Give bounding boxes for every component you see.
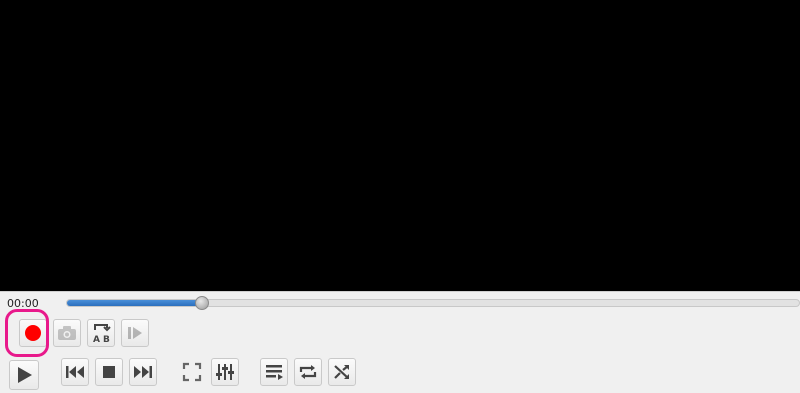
ab-loop-button[interactable]: A B [87, 319, 115, 347]
snapshot-button[interactable] [53, 319, 81, 347]
ab-loop-icon: A B [93, 324, 111, 344]
shuffle-icon [334, 365, 349, 379]
play-button[interactable] [9, 360, 39, 390]
fullscreen-icon [182, 362, 202, 382]
shuffle-button[interactable] [328, 358, 356, 386]
playlist-icon [266, 365, 283, 380]
next-button[interactable] [129, 358, 157, 386]
camera-icon [58, 326, 76, 340]
frame-step-button[interactable] [121, 319, 149, 347]
video-area[interactable] [0, 0, 800, 291]
previous-button[interactable] [61, 358, 89, 386]
equalizer-sliders-icon [216, 364, 234, 380]
play-icon [18, 367, 32, 383]
extended-settings-button[interactable] [211, 358, 239, 386]
loop-button[interactable] [294, 358, 322, 386]
fullscreen-button[interactable] [178, 358, 206, 386]
repeat-icon [299, 365, 317, 379]
stop-button[interactable] [95, 358, 123, 386]
skip-next-icon [134, 366, 152, 378]
seek-slider[interactable] [66, 296, 800, 310]
stop-icon [103, 366, 115, 378]
seek-progress-fill [67, 300, 203, 306]
record-highlight-annotation [5, 309, 49, 357]
svg-text:B: B [103, 335, 110, 344]
seek-handle[interactable] [195, 296, 210, 310]
playlist-button[interactable] [260, 358, 288, 386]
skip-previous-icon [66, 366, 84, 378]
svg-text:A: A [93, 335, 100, 344]
frame-step-icon [128, 327, 142, 339]
